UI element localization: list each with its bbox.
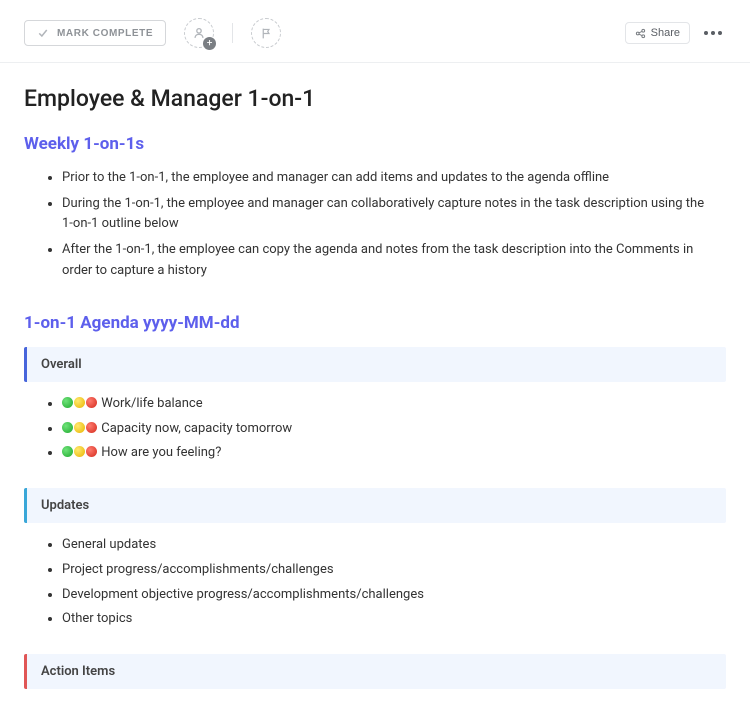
section-weekly-title: Weekly 1-on-1s bbox=[24, 134, 726, 154]
green-dot-icon bbox=[62, 397, 73, 408]
content-area: Employee & Manager 1-on-1 Weekly 1-on-1s… bbox=[0, 63, 750, 689]
share-button[interactable]: Share bbox=[625, 22, 690, 44]
share-label: Share bbox=[651, 27, 680, 39]
yellow-dot-icon bbox=[74, 446, 85, 457]
yellow-dot-icon bbox=[74, 397, 85, 408]
red-dot-icon bbox=[86, 397, 97, 408]
overall-list: Work/life balance Capacity now, capacity… bbox=[24, 394, 726, 464]
check-icon bbox=[37, 27, 49, 39]
topbar-right: Share bbox=[625, 22, 726, 44]
callout-overall: Overall bbox=[24, 347, 726, 382]
section-agenda-title: 1-on-1 Agenda yyyy-MM-dd bbox=[24, 313, 726, 333]
assignee-add-button[interactable]: + bbox=[184, 18, 214, 48]
list-item: Prior to the 1-on-1, the employee and ma… bbox=[62, 168, 726, 188]
red-dot-icon bbox=[86, 446, 97, 457]
list-item: How are you feeling? bbox=[62, 443, 726, 464]
list-item: General updates bbox=[62, 535, 726, 556]
list-item: Work/life balance bbox=[62, 394, 726, 415]
green-dot-icon bbox=[62, 446, 73, 457]
flag-button[interactable] bbox=[251, 18, 281, 48]
list-item-text: How are you feeling? bbox=[101, 445, 221, 460]
list-item: Capacity now, capacity tomorrow bbox=[62, 419, 726, 440]
divider bbox=[232, 23, 233, 43]
callout-updates: Updates bbox=[24, 488, 726, 523]
callout-label: Overall bbox=[41, 357, 82, 372]
list-item: During the 1-on-1, the employee and mana… bbox=[62, 194, 726, 234]
yellow-dot-icon bbox=[74, 422, 85, 433]
list-item: Other topics bbox=[62, 609, 726, 630]
more-menu-button[interactable] bbox=[700, 27, 726, 39]
page-title: Employee & Manager 1-on-1 bbox=[24, 85, 726, 112]
flag-icon bbox=[260, 27, 273, 40]
green-dot-icon bbox=[62, 422, 73, 433]
list-item-text: Work/life balance bbox=[101, 396, 202, 411]
mark-complete-label: MARK COMPLETE bbox=[57, 28, 153, 39]
topbar-left: MARK COMPLETE + bbox=[24, 18, 281, 48]
callout-label: Action Items bbox=[41, 664, 115, 679]
list-item: After the 1-on-1, the employee can copy … bbox=[62, 240, 726, 280]
updates-list: General updates Project progress/accompl… bbox=[24, 535, 726, 630]
list-item: Development objective progress/accomplis… bbox=[62, 585, 726, 606]
list-item-text: Capacity now, capacity tomorrow bbox=[101, 421, 292, 436]
weekly-list: Prior to the 1-on-1, the employee and ma… bbox=[24, 168, 726, 281]
mark-complete-button[interactable]: MARK COMPLETE bbox=[24, 20, 166, 46]
callout-label: Updates bbox=[41, 498, 89, 513]
plus-badge-icon: + bbox=[203, 37, 216, 50]
list-item: Project progress/accomplishments/challen… bbox=[62, 560, 726, 581]
topbar: MARK COMPLETE + Share bbox=[0, 0, 750, 63]
share-icon bbox=[635, 28, 646, 39]
red-dot-icon bbox=[86, 422, 97, 433]
callout-action-items: Action Items bbox=[24, 654, 726, 689]
